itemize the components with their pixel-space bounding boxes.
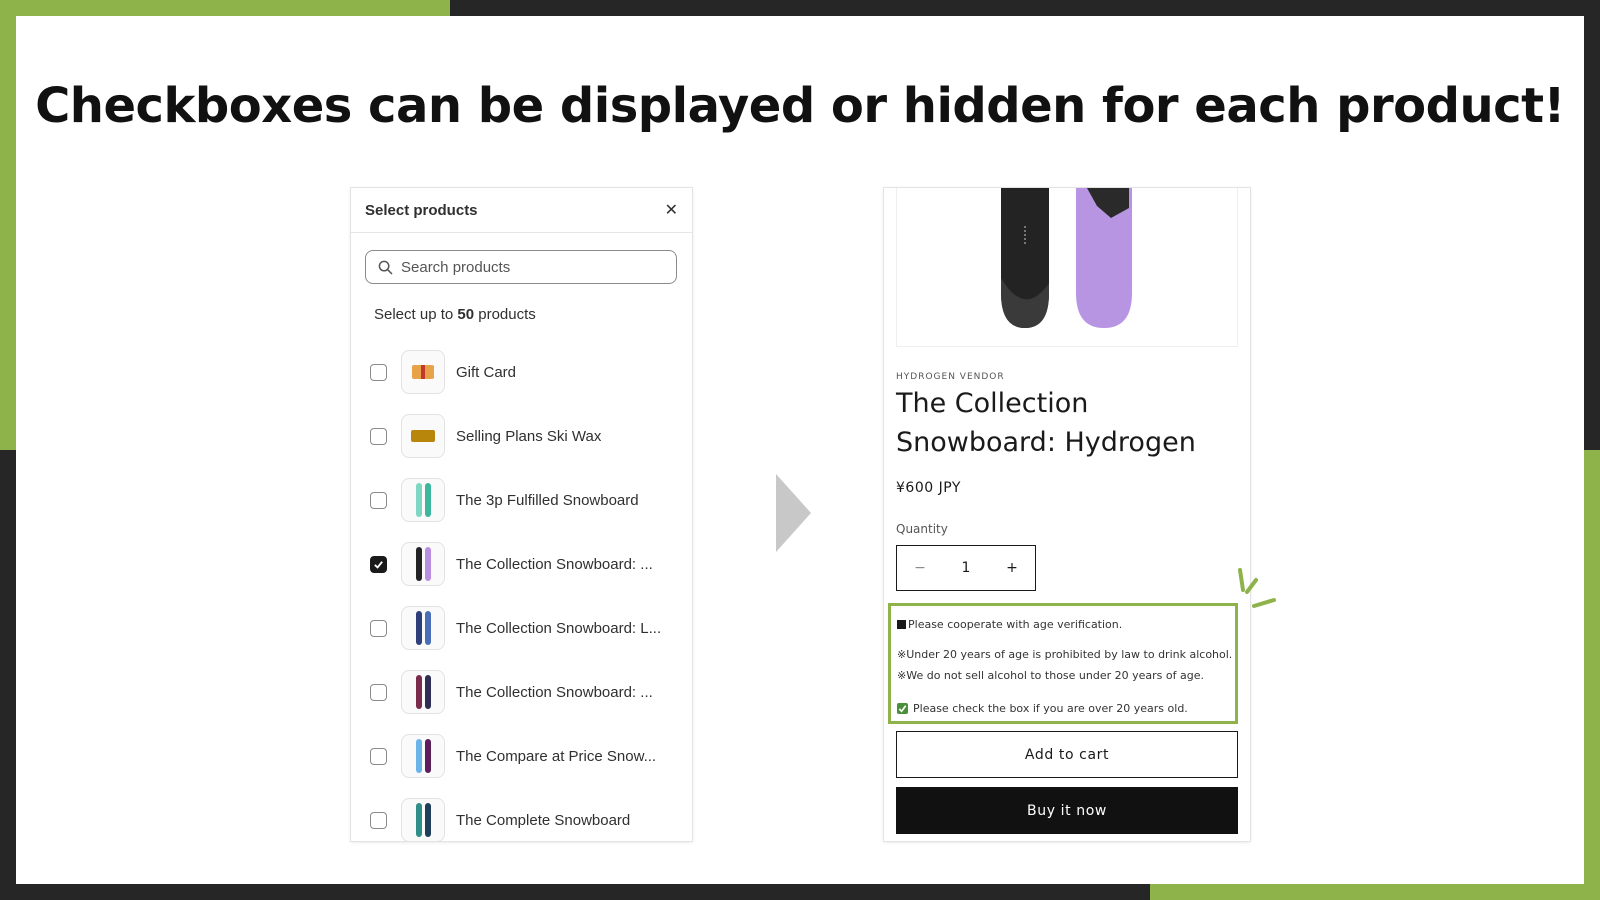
row-checkbox[interactable] [370,683,387,701]
increase-quantity-button[interactable]: + [989,560,1035,576]
row-checkbox[interactable] [370,491,387,509]
product-page-preview: HYDROGEN VENDOR The Collection Snowboard… [884,188,1250,841]
row-checkbox[interactable] [370,363,387,381]
product-row-3p-snowboard[interactable]: The 3p Fulfilled Snowboard [351,468,692,532]
slide-canvas [16,16,1584,884]
age-rule-1: ※Under 20 years of age is prohibited by … [897,648,1233,661]
product-name: The Compare at Price Snow... [456,747,657,765]
snowboard-thumbnail [401,606,445,650]
select-products-dialog: Select products ✕ Search products Select… [351,188,692,841]
quantity-stepper: − 1 + [896,545,1036,591]
age-notice-line: Please cooperate with age verification. [897,618,1122,631]
product-row-ski-wax[interactable]: Selling Plans Ski Wax [351,404,692,468]
buy-it-now-button[interactable]: Buy it now [896,787,1238,834]
product-name: Gift Card [456,363,517,381]
product-name: The Collection Snowboard: ... [456,555,653,573]
add-to-cart-button[interactable]: Add to cart [896,731,1238,778]
search-placeholder: Search products [401,258,511,276]
product-price: ¥600 JPY [896,480,961,496]
product-row-compare-at-price[interactable]: The Compare at Price Snow... [351,724,692,788]
product-image [896,188,1238,347]
snowboard-image [1001,188,1132,328]
product-row-collection-3[interactable]: The Collection Snowboard: ... [351,660,692,724]
snowboard-thumbnail [401,478,445,522]
row-checkbox[interactable] [370,811,387,829]
row-checkbox[interactable] [370,747,387,765]
close-icon[interactable]: ✕ [665,200,678,220]
product-row-collection-hydrogen[interactable]: The Collection Snowboard: ... [351,532,692,596]
product-vendor: HYDROGEN VENDOR [896,372,1005,382]
product-name: The Complete Snowboard [456,811,631,829]
checkmark-icon [898,705,907,713]
snowboard-thumbnail [401,670,445,714]
square-bullet-icon [897,620,906,629]
snowboard-thumbnail [401,542,445,586]
slide-headline: Checkboxes can be displayed or hidden fo… [35,78,1565,134]
product-row-gift-card[interactable]: Gift Card [351,340,692,404]
search-input[interactable]: Search products [365,250,677,284]
quantity-label: Quantity [896,522,948,536]
dialog-title: Select products [365,201,478,219]
accent-bar-bottom-right [1150,884,1600,900]
product-row-complete-snowboard[interactable]: The Complete Snowboard [351,788,692,841]
decrease-quantity-button[interactable]: − [897,560,943,576]
limit-number: 50 [457,306,475,323]
age-confirm-line[interactable]: Please check the box if you are over 20 … [897,702,1188,715]
row-checkbox[interactable] [370,427,387,445]
quantity-value[interactable]: 1 [943,560,989,576]
checkmark-icon [374,560,383,569]
dialog-header: Select products ✕ [351,188,692,233]
product-name: The Collection Snowboard: ... [456,683,653,701]
gift-card-thumbnail [401,350,445,394]
age-confirm-label: Please check the box if you are over 20 … [913,702,1188,715]
accent-bar-left [0,0,16,450]
arrow-right-icon [776,474,811,552]
selection-limit: Select up to 50 products [374,306,536,323]
snowboard-thumbnail [401,798,445,841]
ski-wax-thumbnail [401,414,445,458]
product-name: The Collection Snowboard: L... [456,619,662,637]
accent-bar-top-left [0,0,450,16]
age-notice: Please cooperate with age verification. [908,618,1123,631]
age-rule-2: ※We do not sell alcohol to those under 2… [897,669,1204,682]
product-row-collection-l[interactable]: The Collection Snowboard: L... [351,596,692,660]
product-title: The Collection Snowboard: Hydrogen [896,388,1196,458]
row-checkbox[interactable] [370,619,387,637]
row-checkbox-checked[interactable] [370,555,387,573]
age-verification-box: Please cooperate with age verification. … [888,603,1238,724]
product-name: Selling Plans Ski Wax [456,427,602,445]
product-list: Gift Card Selling Plans Ski Wax The 3p F… [351,340,692,841]
snowboard-thumbnail [401,734,445,778]
age-confirm-checkbox[interactable] [897,703,908,714]
emphasis-sparkle-icon [1238,568,1276,608]
accent-bar-right [1584,450,1600,900]
product-name: The 3p Fulfilled Snowboard [456,491,639,509]
search-icon [378,260,393,274]
